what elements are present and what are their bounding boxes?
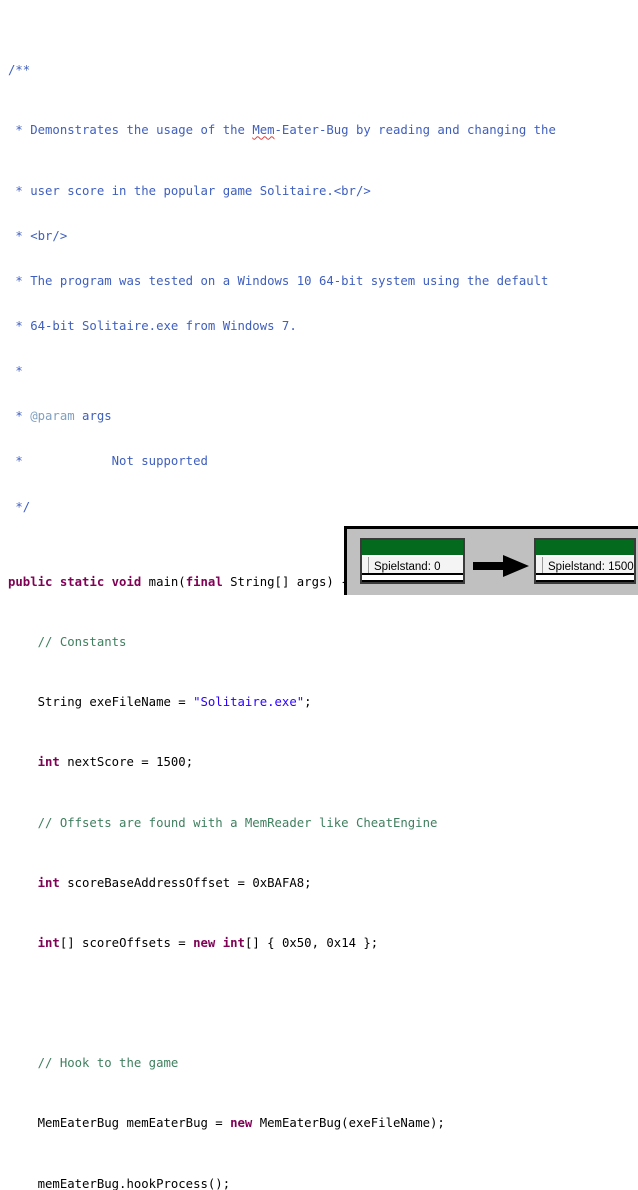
score-label-after: Spielstand: 1500 — [548, 560, 634, 573]
solitaire-window-after: Spielstand: 1500 — [534, 538, 636, 584]
code-line-javadoc-1: * Demonstrates the usage of the Mem-Eate… — [8, 123, 556, 138]
solitaire-bottom-bars-before — [362, 573, 463, 582]
code-line-new-memeaterbug: MemEaterBug memEaterBug = new MemEaterBu… — [8, 1116, 445, 1131]
code-line-javadoc-open: /** — [8, 63, 31, 78]
source-code[interactable]: /** * Demonstrates the usage of the Mem-… — [8, 3, 638, 1190]
code-line-exefilename: String exeFileName = "Solitaire.exe"; — [8, 695, 312, 710]
code-line-javadoc-6: * — [8, 364, 23, 379]
solitaire-bottom-bars-after — [536, 573, 634, 582]
score-label-before: Spielstand: 0 — [374, 560, 441, 573]
misspelled-word-mem: Mem — [252, 123, 275, 138]
solitaire-window-before: Spielstand: 0 — [360, 538, 465, 584]
code-line-javadoc-4: * The program was tested on a Windows 10… — [8, 273, 549, 288]
code-line-javadoc-2: * user score in the popular game Solitai… — [8, 183, 371, 198]
solitaire-score-inset: Spielstand: 0 Spielstand: 1500 — [344, 526, 638, 595]
solitaire-titlebar-before — [362, 540, 463, 556]
code-line-hookprocess: memEaterBug.hookProcess(); — [8, 1176, 231, 1190]
code-line-nextscore: int nextScore = 1500; — [37, 755, 194, 770]
code-line-javadoc-3: * <br/> — [8, 228, 68, 243]
code-line-comment-constants: // Constants — [8, 634, 127, 649]
code-line-javadoc-param: * @param args — [8, 409, 112, 424]
code-line-comment-hook: // Hook to the game — [8, 1056, 179, 1071]
code-line-javadoc-5: * 64-bit Solitaire.exe from Windows 7. — [8, 318, 297, 333]
code-editor[interactable]: /** * Demonstrates the usage of the Mem-… — [0, 0, 638, 1190]
code-line-basaddressoffset: int scoreBaseAddressOffset = 0xBAFA8; — [37, 875, 312, 890]
code-line-blank-1 — [8, 996, 638, 1011]
code-line-comment-offsets: // Offsets are found with a MemReader li… — [8, 815, 438, 830]
solitaire-titlebar-after — [536, 540, 634, 556]
arrow-right-icon — [473, 555, 529, 577]
code-line-scoreoffsets: int[] scoreOffsets = new int[] { 0x50, 0… — [37, 935, 379, 950]
code-line-javadoc-close: */ — [8, 499, 31, 514]
code-line-javadoc-param-desc: * Not supported — [8, 454, 208, 469]
javadoc-param-tag: @param — [30, 409, 75, 424]
